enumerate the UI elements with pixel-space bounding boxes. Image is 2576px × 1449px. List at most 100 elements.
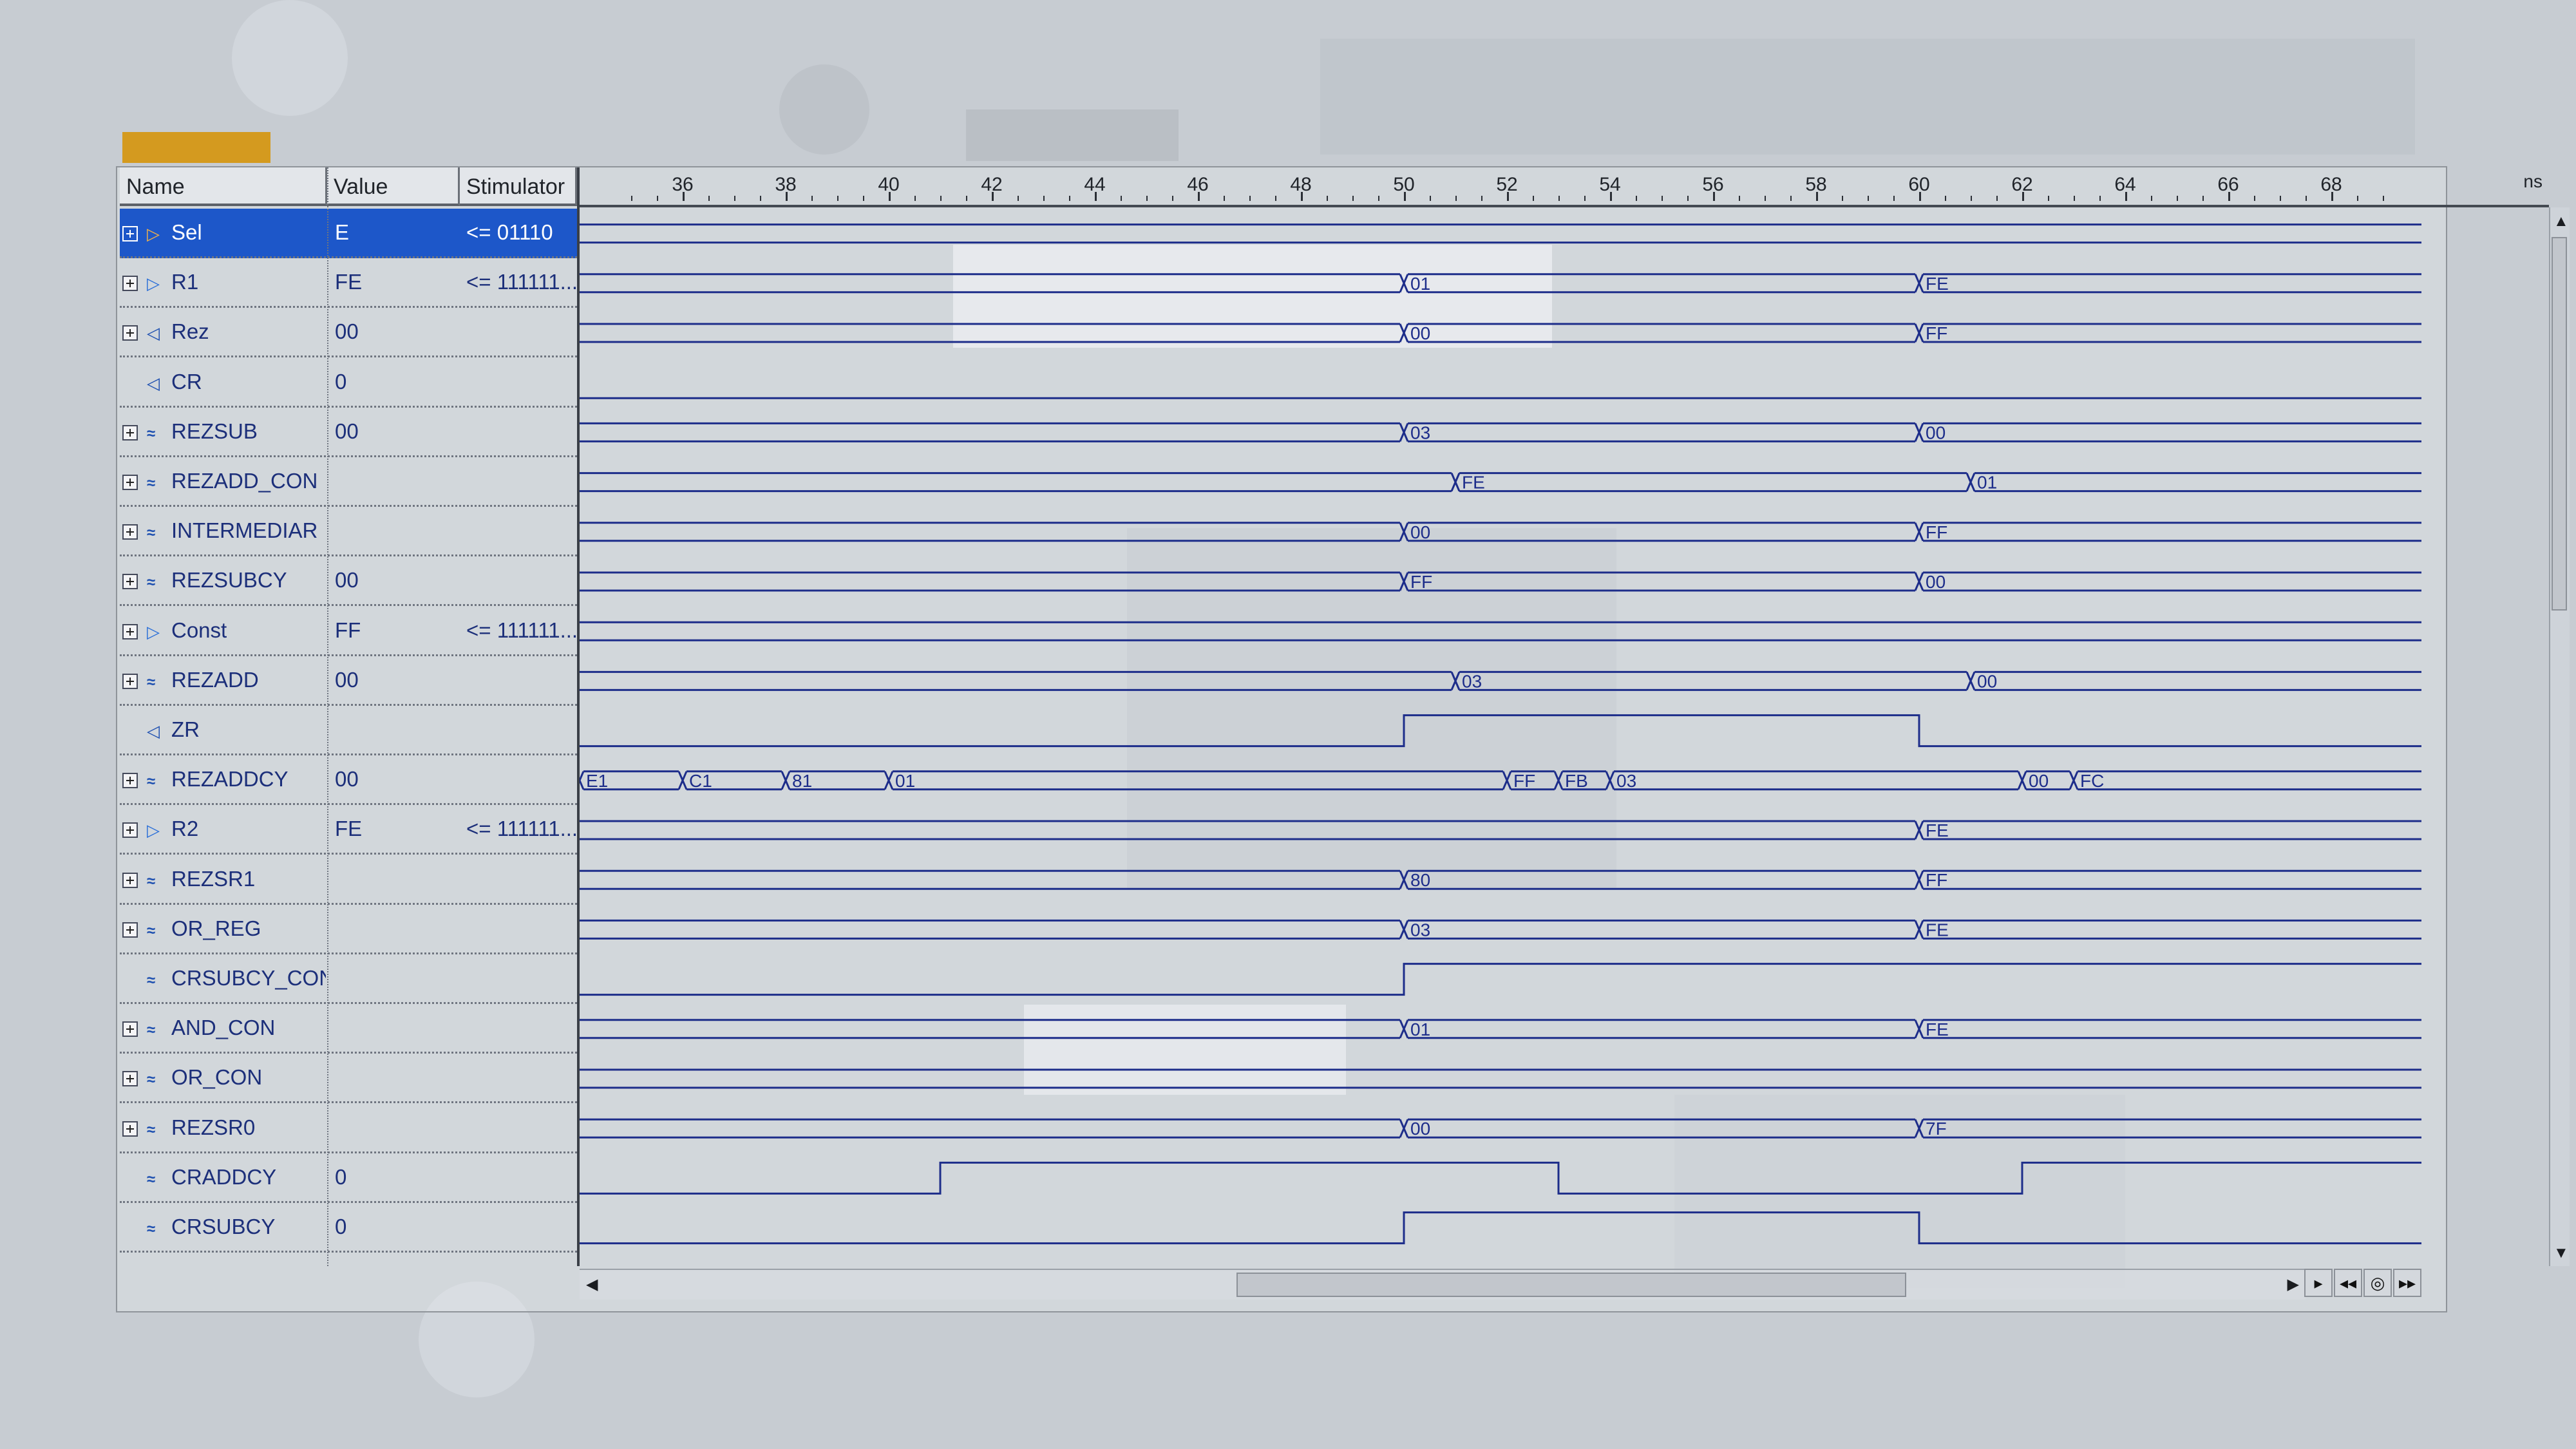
- signal-stimulator[interactable]: [466, 1104, 576, 1151]
- expand-toggle-icon[interactable]: [122, 872, 138, 888]
- bus-waveform[interactable]: [580, 522, 2421, 542]
- signal-row[interactable]: ≈ REZSR0: [120, 1104, 577, 1153]
- time-ruler[interactable]: ns 36 38 40 42 44 46 48 50 52 54 56 58 60 62 64 66 68: [580, 167, 2549, 207]
- column-header-stimulator[interactable]: Stimulator: [460, 167, 577, 206]
- signal-row[interactable]: ≈ REZADD_CON: [120, 457, 577, 507]
- signal-row[interactable]: ▷ Sel E <= 01110: [120, 209, 577, 258]
- rewind-icon[interactable]: ◂◂: [2334, 1269, 2362, 1297]
- vertical-scrollbar[interactable]: ▲ ▼: [2549, 207, 2570, 1266]
- bus-waveform[interactable]: [580, 820, 2421, 840]
- bus-waveform[interactable]: [580, 770, 2421, 791]
- signal-row[interactable]: ≈ REZSR1: [120, 855, 577, 905]
- zoom-fit-icon[interactable]: ◎: [2363, 1269, 2392, 1297]
- bus-waveform[interactable]: [580, 670, 2421, 691]
- bus-waveform[interactable]: [580, 422, 2421, 442]
- signal-stimulator[interactable]: [466, 706, 576, 753]
- expand-toggle-icon[interactable]: [122, 922, 138, 938]
- expand-toggle-icon[interactable]: [122, 276, 138, 292]
- expand-toggle-icon[interactable]: [122, 424, 138, 440]
- next-page-icon[interactable]: ▸: [2304, 1269, 2333, 1297]
- signal-row[interactable]: ≈ REZADD 00: [120, 656, 577, 706]
- horizontal-scrollbar[interactable]: ◀ ▶: [580, 1269, 2306, 1300]
- signal-row[interactable]: ≈ REZSUB 00: [120, 408, 577, 457]
- signal-stimulator[interactable]: [466, 954, 576, 1002]
- signal-stimulator[interactable]: [466, 556, 576, 604]
- signal-stimulator[interactable]: [466, 507, 576, 554]
- signal-row[interactable]: ≈ REZADDCY 00: [120, 755, 577, 806]
- signal-stimulator[interactable]: [466, 656, 576, 704]
- expand-toggle-icon[interactable]: [122, 822, 138, 838]
- bus-waveform[interactable]: [580, 1118, 2421, 1139]
- expand-toggle-icon[interactable]: [122, 623, 138, 639]
- bus-waveform[interactable]: [580, 1068, 2421, 1089]
- signal-stimulator[interactable]: [466, 1054, 576, 1101]
- signal-stimulator[interactable]: <= 111111...: [466, 258, 576, 306]
- bus-waveform[interactable]: [580, 621, 2421, 641]
- signal-stimulator[interactable]: [466, 1004, 576, 1052]
- expand-toggle-icon[interactable]: [122, 524, 138, 540]
- signal-row[interactable]: ≈ INTERMEDIAR: [120, 507, 577, 557]
- signal-row[interactable]: ◁ CR 0: [120, 358, 577, 408]
- signal-row[interactable]: ▷ R1 FE <= 111111...: [120, 258, 577, 308]
- ruler-tick: [1146, 196, 1148, 201]
- expand-toggle-icon[interactable]: [122, 325, 138, 341]
- signal-row[interactable]: ≈ REZSUBCY 00: [120, 556, 577, 607]
- column-header-value[interactable]: Value: [327, 167, 460, 206]
- scroll-left-icon[interactable]: ◀: [586, 1275, 598, 1294]
- signal-stimulator[interactable]: <= 01110: [466, 209, 576, 256]
- bit-waveform[interactable]: [580, 1211, 2421, 1245]
- signal-stimulator[interactable]: [466, 855, 576, 903]
- fast-forward-icon[interactable]: ▸▸: [2393, 1269, 2421, 1297]
- bus-waveform[interactable]: [580, 571, 2421, 592]
- vertical-scroll-thumb[interactable]: [2552, 237, 2567, 611]
- expand-toggle-icon[interactable]: [122, 574, 138, 590]
- bus-waveform[interactable]: [580, 472, 2421, 493]
- signal-row[interactable]: ◁ ZR: [120, 706, 577, 755]
- signal-row[interactable]: ≈ CRADDCY 0: [120, 1153, 577, 1203]
- signal-stimulator[interactable]: [466, 408, 576, 455]
- expand-toggle-icon[interactable]: [122, 1071, 138, 1087]
- bus-waveform[interactable]: [580, 869, 2421, 890]
- bit-waveform[interactable]: [580, 963, 2421, 996]
- expand-toggle-icon[interactable]: [122, 673, 138, 689]
- column-header-name[interactable]: Name: [120, 167, 327, 206]
- bit-waveform[interactable]: [580, 714, 2421, 748]
- signal-stimulator[interactable]: [466, 1153, 576, 1201]
- signal-stimulator[interactable]: [466, 358, 576, 406]
- bus-waveform[interactable]: [580, 223, 2421, 244]
- signal-stimulator[interactable]: [466, 905, 576, 952]
- signal-row[interactable]: ▷ Const FF <= 111111...: [120, 607, 577, 656]
- signal-stimulator[interactable]: <= 111111...: [466, 805, 576, 853]
- scroll-right-icon[interactable]: ▶: [2287, 1275, 2299, 1294]
- signal-stimulator[interactable]: [466, 1203, 576, 1251]
- scroll-up-icon[interactable]: ▲: [2553, 213, 2569, 231]
- expand-toggle-icon[interactable]: [122, 226, 138, 242]
- bus-waveform[interactable]: [580, 323, 2421, 343]
- signal-stimulator[interactable]: [466, 308, 576, 355]
- expand-toggle-icon[interactable]: [122, 773, 138, 789]
- bit-waveform[interactable]: [580, 1161, 2421, 1195]
- signal-value: [335, 457, 457, 505]
- signal-row[interactable]: ≈ AND_CON: [120, 1004, 577, 1054]
- internal-signal-icon: ≈: [147, 1170, 156, 1188]
- signal-stimulator[interactable]: [466, 755, 576, 803]
- signal-row[interactable]: ≈ CRSUBCY_CON: [120, 954, 577, 1004]
- bus-value-label: 01: [1977, 473, 1997, 493]
- expand-toggle-icon[interactable]: [122, 1121, 138, 1137]
- waveform-pane[interactable]: 01 FE 00 FF 03 00 FE 01 00 FF FF 00 03 00 E1 C1 81 01 FF FB…: [580, 207, 2537, 1266]
- signal-stimulator[interactable]: [466, 457, 576, 505]
- signal-row[interactable]: ≈ OR_CON: [120, 1054, 577, 1104]
- signal-row[interactable]: ▷ R2 FE <= 111111...: [120, 805, 577, 855]
- scroll-down-icon[interactable]: ▼: [2553, 1244, 2569, 1262]
- signal-row[interactable]: ◁ Rez 00: [120, 308, 577, 358]
- bus-waveform[interactable]: [580, 919, 2421, 940]
- expand-toggle-icon[interactable]: [122, 1021, 138, 1037]
- signal-row[interactable]: ≈ CRSUBCY 0: [120, 1203, 577, 1253]
- expand-toggle-icon[interactable]: [122, 475, 138, 490]
- signal-stimulator[interactable]: <= 111111...: [466, 607, 576, 654]
- bus-waveform[interactable]: [580, 273, 2421, 294]
- bus-waveform[interactable]: [580, 1019, 2421, 1039]
- bus-value-label: 80: [1410, 870, 1430, 890]
- signal-row[interactable]: ≈ OR_REG: [120, 905, 577, 954]
- horizontal-scroll-thumb[interactable]: [1236, 1273, 1906, 1297]
